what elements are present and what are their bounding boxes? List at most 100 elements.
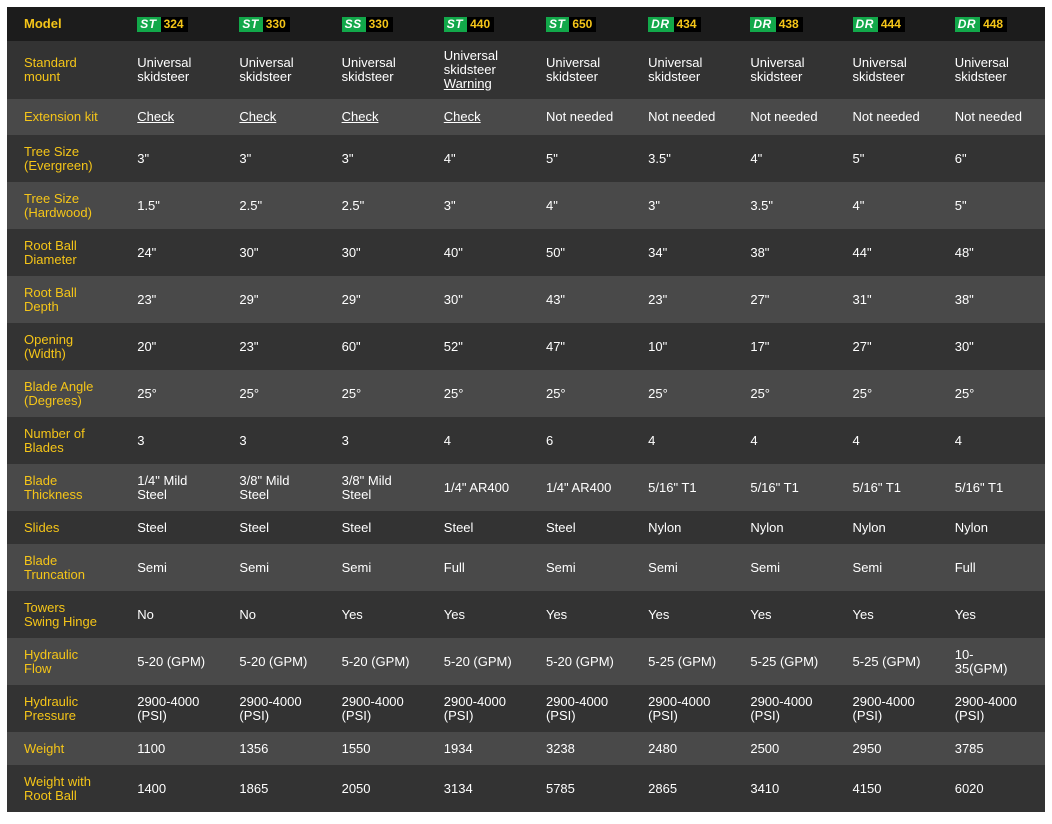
spec-row-extension-kit: Extension kit Check Check Check Check Not nee… — [7, 99, 1045, 135]
spec-cell: 30" — [433, 276, 536, 323]
row-label-line: Towers — [24, 599, 66, 615]
cell-value: 20" — [137, 338, 157, 354]
row-label: Blade Truncation — [7, 544, 128, 591]
cell-value: 5" — [954, 197, 967, 213]
cell-value: Yes — [750, 606, 772, 622]
row-label-line: Tree Size — [24, 143, 80, 159]
spec-cell: 5-25 (GPM) — [842, 638, 945, 685]
cell-value: skidsteer — [239, 69, 292, 84]
spec-cell: 25° — [638, 370, 741, 417]
row-label-line: Opening — [24, 331, 74, 347]
spec-cell: 50" — [535, 229, 639, 276]
spec-cell: Yes — [740, 591, 843, 638]
cell-value: 1400 — [137, 780, 167, 796]
cell-value: 4150 — [852, 780, 882, 796]
cell-value: 6 — [545, 432, 554, 448]
cell-value: 2480 — [648, 740, 678, 756]
spec-cell: 2865 — [638, 765, 741, 812]
cell-value: skidsteer — [750, 69, 803, 84]
spec-cell: 44" — [842, 229, 945, 276]
spec-row-opening-width: Opening (Width) 20" 23" 60" 52" 47" 10" 17" 27" 30… — [7, 323, 1045, 370]
spec-cell: 4" — [740, 135, 843, 182]
cell-value: 25° — [648, 385, 668, 401]
check-link[interactable]: Check — [137, 110, 229, 124]
cell-value: Semi — [239, 559, 270, 575]
spec-cell: Semi — [740, 544, 843, 591]
cell-value: 3 — [137, 432, 145, 448]
cell-value: 4 — [750, 432, 758, 448]
row-label: Tree Size (Evergreen) — [7, 135, 128, 182]
spec-cell: 29" — [229, 276, 332, 323]
spec-cell: 1/4" Mild Steel — [127, 464, 230, 511]
warning-link[interactable]: Warning — [444, 77, 536, 91]
spec-cell: 4 — [740, 417, 843, 464]
cell-value: Universal — [648, 55, 703, 70]
spec-cell: 1356 — [229, 732, 332, 765]
cell-value: 38" — [750, 244, 770, 260]
spec-cell: 3.5" — [638, 135, 741, 182]
spec-cell: 3/8" Mild Steel — [331, 464, 434, 511]
cell-value: 5-25 (GPM) — [852, 653, 921, 669]
cell-value: 2050 — [341, 780, 371, 796]
spec-cell: Check — [433, 99, 536, 135]
cell-value: 5-20 (GPM) — [545, 653, 614, 669]
spec-cell: 47" — [535, 323, 639, 370]
model-badge: DR 434 — [648, 16, 701, 32]
spec-rows: Standard mount Universal skidsteer Universal… — [7, 41, 1045, 812]
cell-value: 1865 — [239, 780, 269, 796]
spec-cell: 3" — [331, 135, 434, 182]
spec-cell: 2480 — [638, 732, 741, 765]
cell-value: (PSI) — [443, 707, 474, 723]
row-label-line: Swing Hinge — [24, 613, 97, 629]
spec-cell: 25° — [842, 370, 945, 417]
cell-value: (PSI) — [954, 707, 985, 723]
spec-cell: 1934 — [433, 732, 536, 765]
row-label-line: Blade — [24, 472, 58, 488]
model-header-label: Model — [7, 7, 128, 41]
model-series: ST — [137, 16, 161, 32]
spec-cell: 23" — [638, 276, 741, 323]
cell-value: Steel — [341, 519, 372, 535]
row-label-line: Diameter — [24, 251, 77, 267]
row-label: Root Ball Diameter — [7, 229, 128, 276]
spec-cell: 23" — [229, 323, 332, 370]
model-badge: ST 324 — [137, 16, 188, 32]
spec-cell: 25° — [433, 370, 536, 417]
spec-cell: 2900-4000 (PSI) — [331, 685, 434, 732]
spec-row-towers-swing-hinge: Towers Swing Hinge No No Yes Yes Yes Yes Yes Yes Y… — [7, 591, 1045, 638]
check-link[interactable]: Check — [342, 110, 434, 124]
spec-cell: 43" — [535, 276, 639, 323]
cell-value: 5-20 (GPM) — [239, 653, 308, 669]
row-label: Weight — [7, 732, 128, 765]
cell-value: 5-20 (GPM) — [137, 653, 206, 669]
cell-value: 2900-4000 — [545, 693, 609, 709]
cell-value: 1550 — [341, 740, 371, 756]
spec-cell: 6 — [535, 417, 639, 464]
cell-value: No — [239, 606, 257, 622]
cell-value: 3" — [443, 197, 456, 213]
cell-value: 40" — [443, 244, 463, 260]
spec-cell: 2050 — [331, 765, 434, 812]
model-badge: DR 448 — [954, 16, 1008, 32]
spec-cell: 30" — [229, 229, 332, 276]
model-header-dr-434: DR 434 — [638, 7, 741, 41]
cell-value: Semi — [137, 559, 167, 575]
spec-cell: 2900-4000 (PSI) — [740, 685, 843, 732]
row-label-line: Thickness — [24, 486, 83, 502]
model-badge: ST 330 — [239, 16, 290, 32]
spec-cell: 5/16" T1 — [638, 464, 741, 511]
spec-cell: 38" — [944, 276, 1045, 323]
row-label-line: (Hardwood) — [24, 204, 92, 220]
cell-value: Steel — [545, 519, 576, 535]
spec-cell: 5-20 (GPM) — [433, 638, 536, 685]
cell-value: 24" — [137, 244, 157, 260]
cell-value: 50" — [545, 244, 566, 260]
check-link[interactable]: Check — [444, 110, 536, 124]
cell-value: Yes — [341, 606, 363, 622]
check-link[interactable]: Check — [239, 110, 331, 124]
spec-cell: 6020 — [944, 765, 1045, 812]
spec-cell: Universal skidsteer — [535, 41, 639, 99]
spec-cell: 1100 — [127, 732, 230, 765]
row-label-line: Root Ball — [24, 787, 77, 803]
cell-value: 17" — [750, 338, 770, 354]
